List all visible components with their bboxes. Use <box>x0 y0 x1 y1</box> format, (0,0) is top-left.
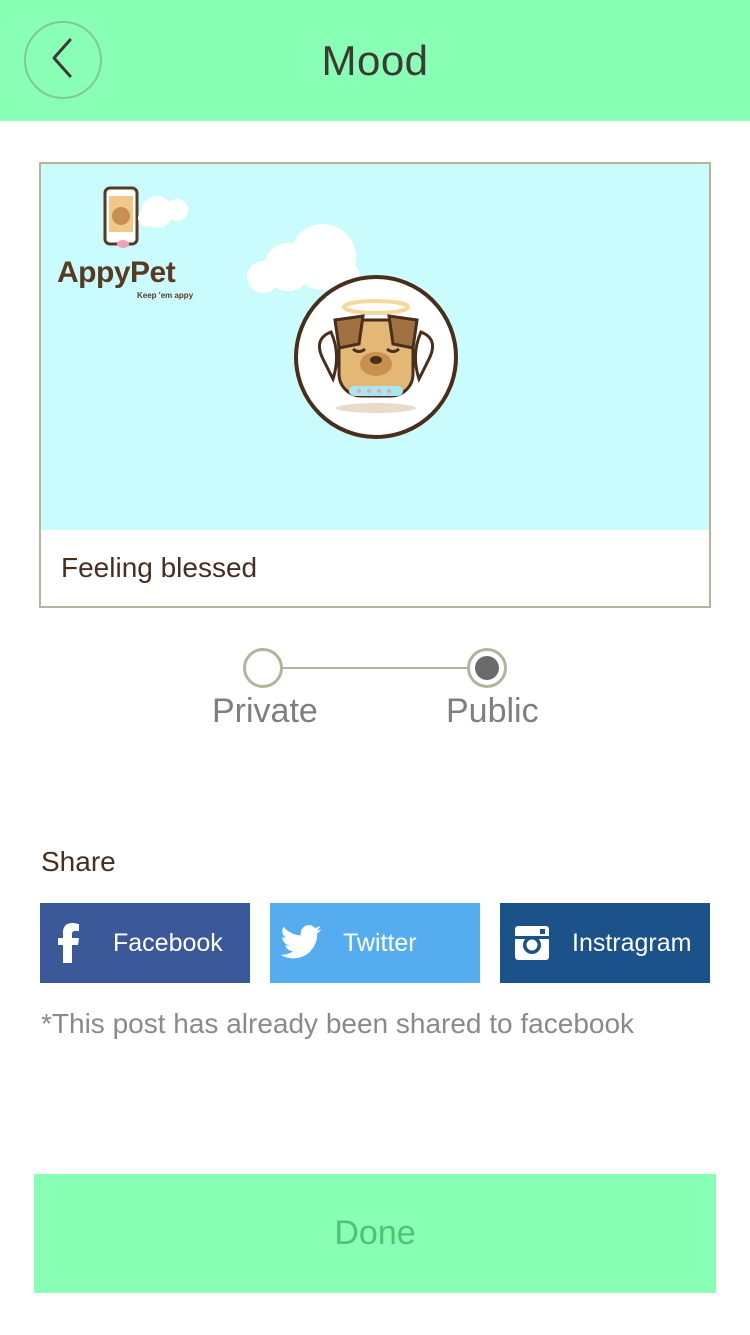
facebook-share-button[interactable]: Facebook <box>40 903 250 983</box>
twitter-label: Twitter <box>343 929 417 957</box>
private-radio[interactable] <box>243 648 283 688</box>
done-button[interactable]: Done <box>34 1174 716 1293</box>
public-label: Public <box>446 692 539 730</box>
page-title: Mood <box>321 36 429 84</box>
private-label: Private <box>212 692 318 730</box>
mood-caption: Feeling blessed <box>61 552 258 583</box>
twitter-icon <box>280 925 322 966</box>
top-bar: Mood <box>0 0 750 121</box>
twitter-share-button[interactable]: Twitter <box>270 903 480 983</box>
visibility-toggle: Private Public <box>180 640 580 740</box>
facebook-label: Facebook <box>113 929 223 957</box>
instagram-icon <box>514 925 550 968</box>
angel-dog-icon <box>293 274 459 445</box>
public-radio[interactable] <box>467 648 507 688</box>
brand-tagline: Keep 'em appy <box>137 291 194 300</box>
share-note: *This post has already been shared to fa… <box>41 1008 635 1039</box>
toggle-track <box>263 667 487 669</box>
instagram-share-button[interactable]: Instragram <box>500 903 710 983</box>
cloud-small <box>133 190 203 235</box>
share-title: Share <box>41 846 116 877</box>
facebook-icon <box>58 923 80 970</box>
mood-card: AppyPet Keep 'em appy Feeling blessed <box>39 162 711 608</box>
brand-name: AppyPet <box>57 256 176 289</box>
instagram-label: Instragram <box>572 929 692 957</box>
mood-image: AppyPet Keep 'em appy <box>41 164 709 530</box>
